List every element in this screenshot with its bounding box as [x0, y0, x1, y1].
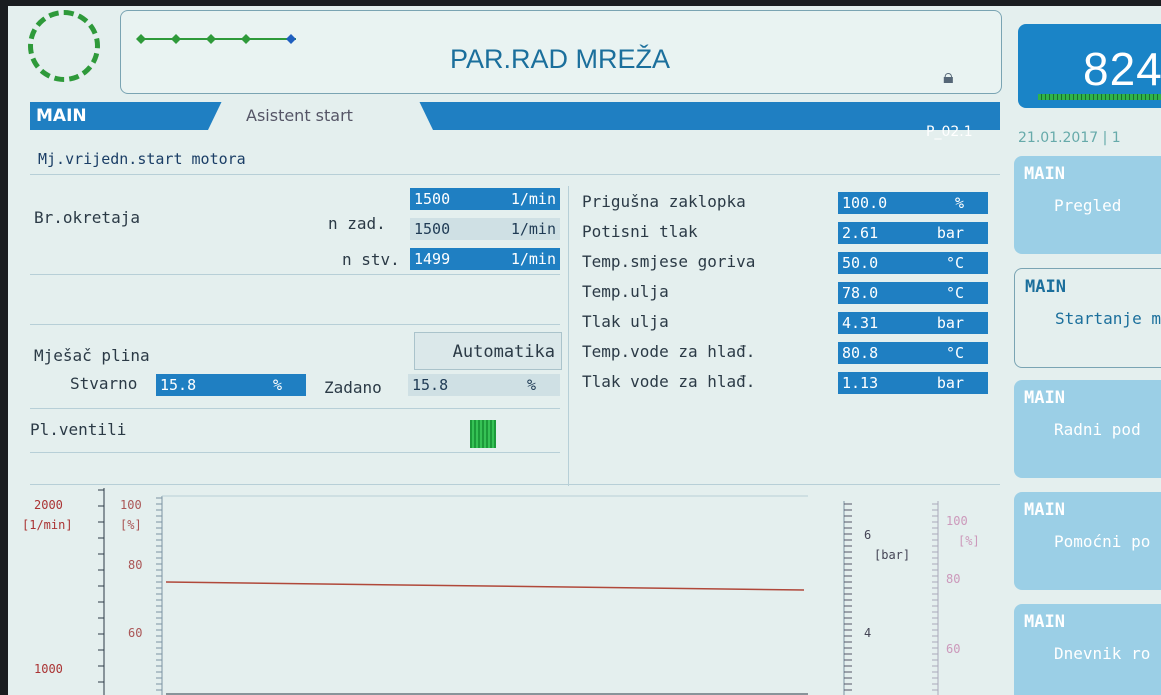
sidebar-item-label: Startanje m: [1055, 309, 1161, 328]
divider: [30, 174, 1000, 175]
pct-right-tick-80: 80: [946, 572, 961, 586]
param-label: Temp.vode za hlađ.: [582, 342, 756, 361]
param-label: Temp.smjese goriva: [582, 252, 756, 271]
sidebar-item-5[interactable]: MAIN Dnevnik ro: [1014, 604, 1161, 695]
divider: [30, 274, 560, 275]
sidebar-item-4[interactable]: MAIN Pomoćni po: [1014, 492, 1161, 590]
speed-value-set: 1500 1/min: [410, 218, 560, 240]
lock-icon[interactable]: 🔒︎: [943, 64, 954, 88]
param-value: 80.8 °C: [838, 342, 988, 364]
speed-value-1: 1500 1/min: [410, 188, 560, 210]
sidebar-item-2[interactable]: MAIN Startanje m: [1014, 268, 1161, 368]
pct-tick-80: 80: [128, 558, 143, 572]
set-label: Zadano: [324, 378, 382, 397]
valves-label: Pl.ventili: [30, 420, 127, 439]
sidebar-item-header: MAIN: [1024, 500, 1065, 520]
sidebar-item-label: Pregled: [1054, 196, 1122, 215]
sidebar-item-1[interactable]: MAIN Pregled: [1014, 156, 1161, 254]
param-value: 78.0 °C: [838, 282, 988, 304]
page-title: PAR.RAD MREŽA: [449, 44, 671, 74]
n-zad-label: n zad.: [328, 214, 386, 233]
tab-asistent-start[interactable]: Asistent start: [208, 102, 433, 130]
pct-right-unit: [%]: [958, 534, 980, 548]
mixer-set-value: 15.8%: [408, 374, 560, 396]
sidebar-item-header: MAIN: [1024, 164, 1065, 184]
param-value: 100.0%: [838, 192, 988, 214]
trend-line-red: [165, 581, 805, 591]
rpm-unit: [1/min]: [22, 518, 73, 532]
trend-chart: [98, 488, 939, 695]
divider: [30, 484, 1000, 485]
sidebar-item-header: MAIN: [1024, 612, 1065, 632]
section-title: Mj.vrijedn.start motora: [38, 150, 246, 168]
counter-value: 824: [1083, 43, 1161, 95]
param-label: Tlak vode za hlađ.: [582, 372, 756, 391]
sidebar-item-label: Pomoćni po: [1054, 532, 1151, 551]
pct-tick-60: 60: [128, 626, 143, 640]
pct-unit: [%]: [120, 518, 142, 532]
param-label: Prigušna zaklopka: [582, 192, 746, 211]
hmi-screen: PAR.RAD MREŽA 🔒︎ 824 MAIN Asistent start…: [8, 6, 1161, 695]
rpm-tick-mid: 1000: [34, 662, 63, 676]
mixer-label: Mješač plina: [34, 346, 150, 365]
divider: [30, 324, 560, 325]
speed-label: Br.okretaja: [34, 208, 140, 227]
param-value: 4.31 bar: [838, 312, 988, 334]
mixer-actual-value: 15.8%: [156, 374, 306, 396]
param-value: 2.61 bar: [838, 222, 988, 244]
rpm-tick-top: 2000: [34, 498, 63, 512]
sidebar-item-label: Dnevnik ro: [1054, 644, 1151, 663]
valves-status-indicator: [470, 420, 496, 448]
param-value: 50.0 °C: [838, 252, 988, 274]
pct-right-tick-top: 100: [946, 514, 968, 528]
speed-value-actual: 1499 1/min: [410, 248, 560, 270]
divider: [568, 186, 569, 486]
param-label: Potisni tlak: [582, 222, 698, 241]
sidebar-item-label: Radni pod: [1054, 420, 1141, 439]
bar-tick-6: 6: [864, 528, 872, 542]
page-code: P_02.1: [926, 124, 973, 140]
sidebar-item-3[interactable]: MAIN Radni pod: [1014, 380, 1161, 478]
sidebar-item-header: MAIN: [1024, 388, 1065, 408]
param-value: 1.13 bar: [838, 372, 988, 394]
automatika-button[interactable]: Automatika: [414, 332, 562, 370]
date-label: 21.01.2017 | 1: [1018, 130, 1121, 146]
pct-right-tick-60: 60: [946, 642, 961, 656]
actual-label: Stvarno: [70, 374, 138, 393]
axis-ticks: [98, 489, 938, 691]
bar-tick-4: 4: [864, 626, 872, 640]
sidebar-item-header: MAIN: [1025, 277, 1066, 297]
bar-unit: [bar]: [874, 548, 911, 562]
tab-main[interactable]: MAIN: [30, 102, 210, 130]
counter-bar: [1038, 94, 1161, 100]
param-label: Temp.ulja: [582, 282, 669, 301]
status-ring-icon: [28, 10, 100, 82]
divider: [30, 408, 560, 409]
param-label: Tlak ulja: [582, 312, 669, 331]
pct-tick-top: 100: [120, 498, 142, 512]
n-stv-label: n stv.: [342, 250, 400, 269]
divider: [30, 452, 560, 453]
